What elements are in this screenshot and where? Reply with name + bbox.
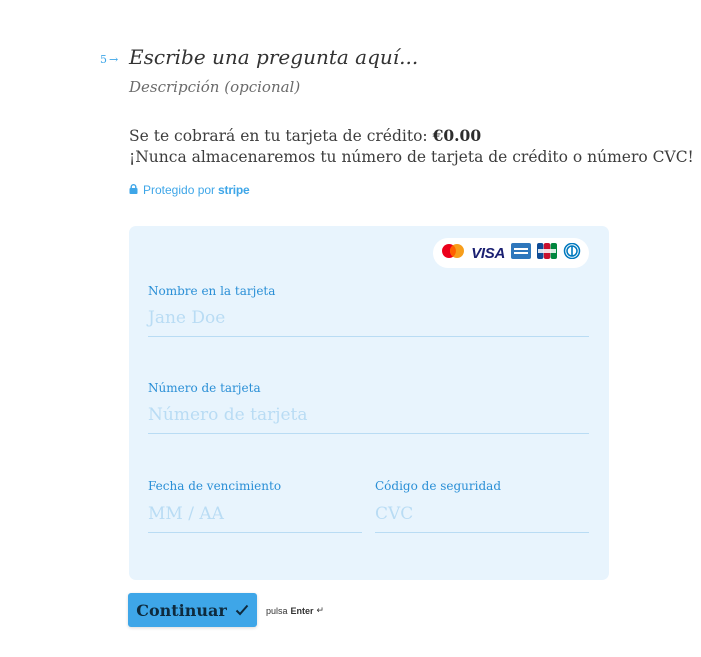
card-number-label: Número de tarjeta <box>148 381 261 395</box>
check-icon <box>235 601 249 620</box>
hint-key: Enter <box>290 605 314 616</box>
expiry-input[interactable]: MM / AA <box>148 504 362 533</box>
mastercard-icon <box>441 243 465 263</box>
protected-text: Protegido por <box>143 183 216 197</box>
jcb-icon <box>537 243 557 263</box>
visa-icon: VISA <box>471 244 505 262</box>
charge-notice: Se te cobrará en tu tarjeta de crédito: … <box>129 126 481 145</box>
cvc-input[interactable]: CVC <box>375 504 589 533</box>
card-number-input[interactable]: Número de tarjeta <box>148 405 589 434</box>
return-icon: ↵ <box>316 605 325 615</box>
enter-hint: pulsa Enter ↵ <box>266 605 324 616</box>
question-title[interactable]: Escribe una pregunta aquí... <box>129 45 418 69</box>
continue-label: Continuar <box>136 600 227 620</box>
never-store-notice: ¡Nunca almacenaremos tu número de tarjet… <box>129 148 694 166</box>
amex-icon <box>511 243 531 263</box>
card-form: VISA Nombre en la tarjeta Jane Doe Númer… <box>129 226 609 580</box>
question-number-value: 5 <box>100 53 107 66</box>
card-name-label: Nombre en la tarjeta <box>148 284 276 298</box>
diners-icon <box>563 242 581 263</box>
stripe-protection-notice: Protegido por stripe <box>129 183 250 197</box>
card-name-input[interactable]: Jane Doe <box>148 308 589 337</box>
expiry-label: Fecha de vencimiento <box>148 479 282 493</box>
hint-prefix: pulsa <box>266 605 288 616</box>
cvc-label: Código de seguridad <box>375 479 502 493</box>
question-number: 5 → <box>100 53 118 66</box>
lock-icon <box>129 183 138 197</box>
card-brands: VISA <box>433 238 589 268</box>
question-description[interactable]: Descripción (opcional) <box>129 78 300 96</box>
stripe-logo: stripe <box>218 183 250 197</box>
continue-button[interactable]: Continuar <box>128 593 257 627</box>
charge-text: Se te cobrará en tu tarjeta de crédito: <box>129 127 433 145</box>
arrow-right-icon: → <box>109 53 119 66</box>
charge-amount: €0.00 <box>432 126 482 145</box>
